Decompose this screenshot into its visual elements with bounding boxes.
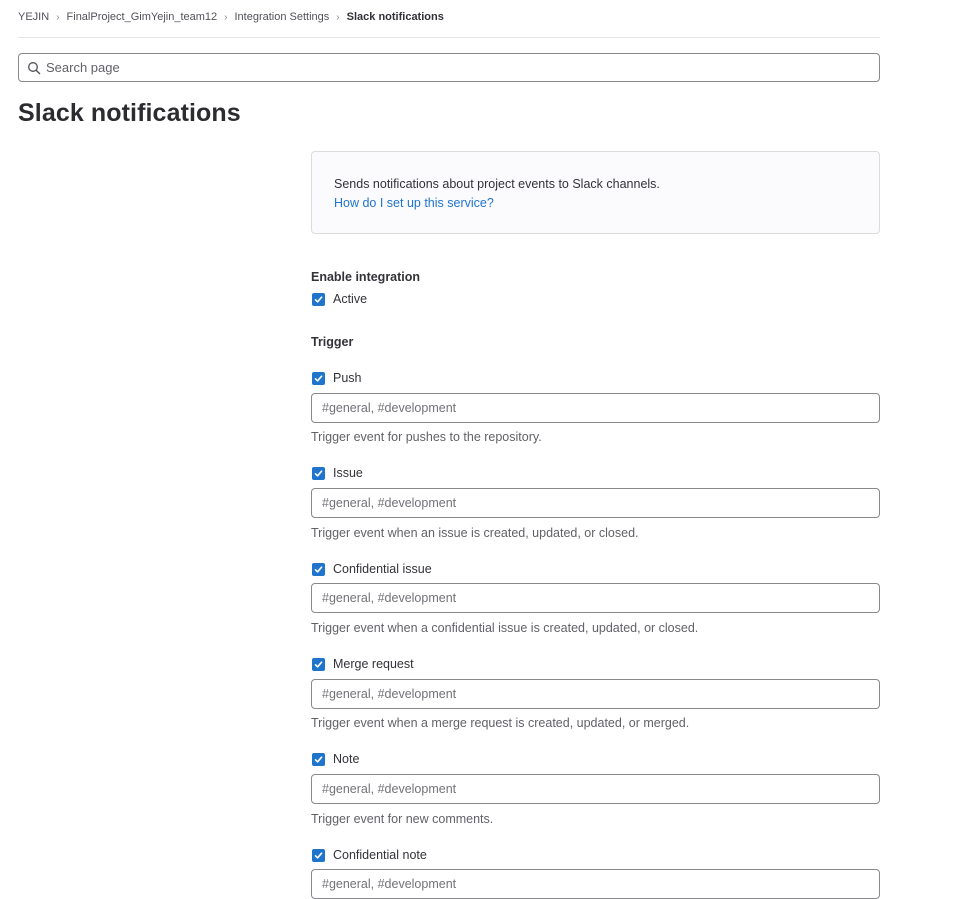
push-channel-field[interactable] xyxy=(311,393,880,423)
enable-integration-label: Enable integration xyxy=(311,270,421,284)
note-channel-field[interactable] xyxy=(311,774,880,804)
merge-request-checkbox[interactable] xyxy=(312,657,325,671)
check-icon xyxy=(314,755,323,763)
trigger-checkbox-row[interactable]: Note xyxy=(311,751,359,767)
setup-help-link[interactable]: How do I set up this service? xyxy=(334,196,494,210)
issue-channel-field[interactable] xyxy=(311,488,880,518)
check-icon xyxy=(314,565,323,573)
active-label: Active xyxy=(333,292,368,306)
integration-info-box: Sends notifications about project events… xyxy=(311,151,880,234)
page-title: Slack notifications xyxy=(18,99,241,127)
push-channel-input[interactable] xyxy=(322,401,879,415)
push-label: Push xyxy=(333,371,362,385)
trigger-checkbox-row[interactable]: Confidential issue xyxy=(311,561,432,577)
chevron-right-icon: › xyxy=(56,11,60,23)
issue-help-text: Trigger event when an issue is created, … xyxy=(311,526,639,540)
note-label: Note xyxy=(333,752,360,766)
search-field[interactable] xyxy=(18,53,880,82)
check-icon xyxy=(314,851,323,859)
search-input[interactable] xyxy=(46,60,879,75)
breadcrumb: YEJIN › FinalProject_GimYejin_team12 › I… xyxy=(18,9,444,25)
check-icon xyxy=(314,660,323,668)
search-icon xyxy=(27,61,41,75)
confidential-note-label: Confidential note xyxy=(333,848,427,862)
check-icon xyxy=(314,374,323,382)
note-channel-input[interactable] xyxy=(322,782,879,796)
trigger-checkbox-row[interactable]: Issue xyxy=(311,465,363,481)
issue-label: Issue xyxy=(333,466,363,480)
breadcrumb-project[interactable]: FinalProject_GimYejin_team12 xyxy=(67,11,218,23)
breadcrumb-slack-notifications[interactable]: Slack notifications xyxy=(347,11,444,23)
note-checkbox[interactable] xyxy=(312,752,325,766)
push-help-text: Trigger event for pushes to the reposito… xyxy=(311,430,542,444)
issue-channel-input[interactable] xyxy=(322,496,879,510)
chevron-right-icon: › xyxy=(224,11,228,23)
push-checkbox[interactable] xyxy=(312,371,325,385)
issue-checkbox[interactable] xyxy=(312,466,325,480)
confidential-issue-help-text: Trigger event when a confidential issue … xyxy=(311,621,699,635)
confidential-issue-channel-input[interactable] xyxy=(322,591,879,605)
note-help-text: Trigger event for new comments. xyxy=(311,812,494,826)
merge-request-channel-input[interactable] xyxy=(322,687,879,701)
merge-request-label: Merge request xyxy=(333,657,414,671)
confidential-note-channel-field[interactable] xyxy=(311,869,880,899)
integration-description: Sends notifications about project events… xyxy=(334,177,660,191)
active-checkbox-row[interactable]: Active xyxy=(311,291,367,307)
trigger-checkbox-row[interactable]: Confidential note xyxy=(311,847,427,863)
merge-request-help-text: Trigger event when a merge request is cr… xyxy=(311,716,690,730)
trigger-checkbox-row[interactable]: Push xyxy=(311,370,362,386)
check-icon xyxy=(314,469,323,477)
trigger-checkbox-row[interactable]: Merge request xyxy=(311,656,414,672)
merge-request-channel-field[interactable] xyxy=(311,679,880,709)
trigger-label: Trigger xyxy=(311,335,354,349)
check-icon xyxy=(314,295,323,303)
active-checkbox[interactable] xyxy=(312,292,325,306)
chevron-right-icon: › xyxy=(336,11,340,23)
header-divider xyxy=(18,37,880,38)
breadcrumb-integration-settings[interactable]: Integration Settings xyxy=(235,11,330,23)
confidential-issue-checkbox[interactable] xyxy=(312,562,325,576)
confidential-note-checkbox[interactable] xyxy=(312,848,325,862)
confidential-issue-channel-field[interactable] xyxy=(311,583,880,613)
confidential-issue-label: Confidential issue xyxy=(333,562,432,576)
confidential-note-channel-input[interactable] xyxy=(322,877,879,891)
breadcrumb-yejin[interactable]: YEJIN xyxy=(18,11,49,23)
